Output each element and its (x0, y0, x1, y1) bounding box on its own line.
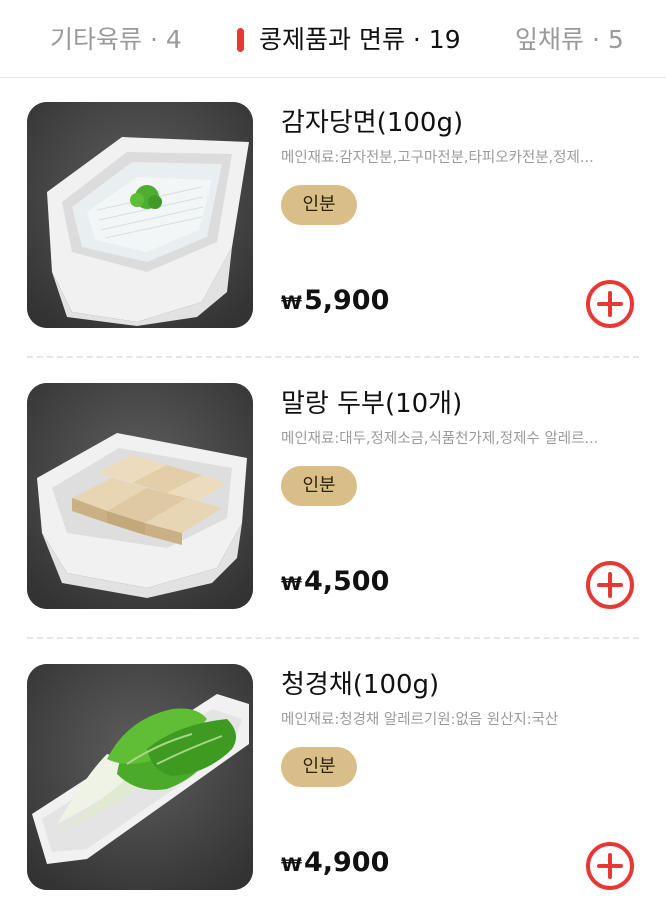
item-name: 감자당면(100g) (281, 108, 464, 138)
bok-choy-dish-image (27, 664, 253, 890)
divider (27, 356, 639, 358)
item-price: ₩4,500 (281, 566, 389, 600)
tab-label: 콩제품과 면류 · 19 (259, 25, 461, 54)
active-tab-indicator (237, 28, 244, 52)
price-value: 4,500 (303, 566, 390, 597)
item-description: 메인재료:감자전분,고구마전분,타피오카전분,정제... (281, 150, 594, 166)
plus-circle-icon (586, 280, 634, 328)
divider (27, 637, 639, 639)
menu-item[interactable]: 말랑 두부(10개) 메인재료:대두,정제소금,식품천가제,정제수 알레르...… (0, 359, 666, 639)
menu-item[interactable]: 감자당면(100g) 메인재료:감자전분,고구마전분,타피오카전분,정제... … (0, 78, 666, 358)
add-to-cart-button[interactable] (584, 559, 636, 611)
serving-badge: 인분 (281, 466, 357, 506)
tab-tofu-noodles[interactable]: 콩제품과 면류 · 19 (237, 24, 461, 56)
price-value: 5,900 (303, 285, 390, 316)
tab-other-meat[interactable]: 기타육류 · 4 (50, 24, 182, 56)
currency-symbol: ₩ (281, 854, 302, 876)
currency-symbol: ₩ (281, 573, 302, 595)
menu-item[interactable]: 청경채(100g) 메인재료:청경채 알레르기원:없음 원산지:국산 인분 ₩4… (0, 640, 666, 914)
category-tab-bar: 기타육류 · 4 콩제품과 면류 · 19 잎채류 · 5 (0, 0, 666, 78)
item-price: ₩4,900 (281, 847, 389, 881)
item-name: 말랑 두부(10개) (281, 389, 463, 419)
serving-badge: 인분 (281, 747, 357, 787)
add-to-cart-button[interactable] (584, 840, 636, 892)
tofu-dish-image (27, 383, 253, 609)
currency-symbol: ₩ (281, 292, 302, 314)
item-price: ₩5,900 (281, 285, 389, 319)
plus-circle-icon (586, 842, 634, 890)
price-value: 4,900 (303, 847, 390, 878)
item-description: 메인재료:청경채 알레르기원:없음 원산지:국산 (281, 712, 559, 728)
item-description: 메인재료:대두,정제소금,식품천가제,정제수 알레르... (281, 431, 599, 447)
tab-leafy-vegetables[interactable]: 잎채류 · 5 (515, 24, 624, 56)
item-name: 청경채(100g) (281, 670, 440, 700)
serving-badge: 인분 (281, 185, 357, 225)
plus-circle-icon (586, 561, 634, 609)
glass-noodle-dish-image (27, 102, 253, 328)
add-to-cart-button[interactable] (584, 278, 636, 330)
